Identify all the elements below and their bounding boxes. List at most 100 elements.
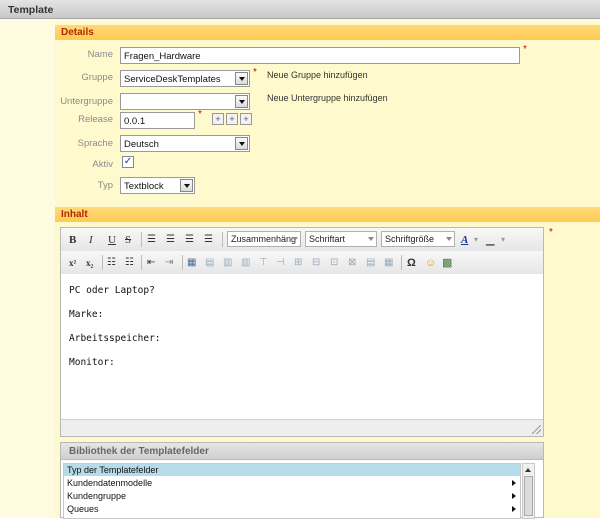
image-icon[interactable]: ▩ (442, 256, 452, 270)
inhalt-section-header: Inhalt (55, 207, 600, 222)
chevron-right-icon[interactable] (512, 493, 516, 499)
list-item-label: Kundendatenmodelle (67, 478, 153, 488)
inhalt-section-title: Inhalt (61, 209, 88, 220)
name-required-mark: * (523, 44, 527, 55)
ordered-list-icon[interactable]: ☷ (107, 256, 116, 270)
chevron-down-icon[interactable] (235, 72, 248, 85)
delete-row-icon[interactable]: ⊤ (259, 256, 268, 270)
add-group-link[interactable]: Neue Gruppe hinzufügen (267, 70, 368, 80)
special-char-button[interactable]: Ω (407, 256, 416, 270)
chevron-right-icon[interactable] (512, 506, 516, 512)
scroll-up-icon[interactable] (525, 468, 531, 472)
paragraph-format-combo[interactable]: Zusammenhäng (227, 231, 301, 247)
list-item-label: Queues (67, 504, 99, 514)
list-item[interactable]: Kundendatenmodelle (64, 477, 520, 489)
chevron-right-icon[interactable] (512, 480, 516, 486)
gruppe-required-mark: * (253, 67, 257, 78)
chevron-down-icon[interactable] (446, 237, 452, 241)
release-increment-button-3[interactable]: + (240, 113, 252, 125)
gruppe-label: Gruppe (81, 72, 113, 83)
library-title: Bibliothek der Templatefelder (69, 446, 209, 457)
library-header: Bibliothek der Templatefelder (61, 443, 543, 460)
chevron-down-icon[interactable] (235, 95, 248, 108)
font-size-combo[interactable]: Schriftgröße (381, 231, 455, 247)
editor-toolbar-row-2: x² x₂ ☷ ☷ ⇤ ⇥ ▦ ▤ ▥ ▥ ⊤ ⊣ ⊞ ⊟ ⊡ ⊠ ▤ ▦ Ω … (61, 251, 543, 274)
unordered-list-icon[interactable]: ☷ (125, 256, 134, 270)
column-props-icon[interactable]: ▤ (366, 256, 375, 270)
sprache-select-value: Deutsch (124, 139, 159, 150)
list-item[interactable]: Queues (64, 503, 520, 515)
resize-grip-icon[interactable] (532, 425, 541, 434)
font-family-combo[interactable]: Schriftart (305, 231, 377, 247)
split-cells-icon[interactable]: ⊟ (312, 256, 320, 270)
chevron-down-icon[interactable] (180, 179, 193, 192)
delete-column-icon[interactable]: ⊣ (276, 256, 285, 270)
cell-props-icon[interactable]: ⊡ (330, 256, 338, 270)
toolbar-separator (102, 255, 103, 270)
content-line: Marke: (69, 309, 104, 320)
window-title: Template (8, 4, 54, 16)
template-form: Details Name Fragen_Hardware * Gruppe Se… (55, 22, 600, 519)
smiley-icon[interactable]: ☺ (425, 256, 436, 270)
background-color-icon[interactable]: ▁ (486, 233, 494, 247)
editor-content-area[interactable]: PC oder Laptop? Marke: Arbeitsspeicher: … (61, 275, 543, 419)
library-scrollbar[interactable] (522, 463, 535, 519)
underline-button[interactable]: U (108, 233, 116, 247)
merge-cells-icon[interactable]: ⊞ (294, 256, 302, 270)
subscript-button[interactable]: x₂ (86, 256, 93, 270)
bold-button[interactable]: B (69, 233, 76, 247)
toolbar-separator (141, 255, 142, 270)
release-label: Release (78, 114, 113, 125)
chevron-down-icon[interactable] (292, 237, 298, 241)
align-right-icon[interactable]: ☰ (185, 233, 194, 247)
strikethrough-button[interactable]: S (125, 233, 131, 247)
align-center-icon[interactable]: ☰ (166, 233, 175, 247)
scroll-thumb[interactable] (524, 476, 533, 516)
align-left-icon[interactable]: ☰ (147, 233, 156, 247)
align-justify-icon[interactable]: ☰ (204, 233, 213, 247)
font-family-value: Schriftart (309, 234, 346, 244)
details-section-header: Details (55, 25, 600, 40)
release-increment-button-1[interactable]: + (212, 113, 224, 125)
row-props-icon[interactable]: ⊠ (348, 256, 356, 270)
typ-select[interactable]: Textblock (120, 177, 195, 194)
list-item[interactable]: Typ der Templatefelder (64, 464, 520, 476)
toolbar-separator (141, 232, 142, 247)
superscript-button[interactable]: x² (69, 256, 76, 270)
chevron-down-icon[interactable]: ▾ (501, 233, 505, 247)
table-delete-icon[interactable]: ▦ (384, 256, 393, 270)
table-properties-icon[interactable]: ▤ (205, 256, 214, 270)
insert-table-icon[interactable]: ▦ (187, 256, 196, 270)
row-insert-icon[interactable]: ▥ (223, 256, 232, 270)
library-list[interactable]: Typ der Templatefelder Kundendatenmodell… (63, 463, 521, 519)
text-color-icon[interactable]: A (461, 233, 468, 247)
toolbar-separator (222, 232, 223, 247)
chevron-down-icon[interactable] (368, 237, 374, 241)
italic-button[interactable]: I (89, 233, 93, 247)
toolbar-separator (182, 255, 183, 270)
gruppe-select[interactable]: ServiceDeskTemplates (120, 70, 250, 87)
inhalt-required-mark: * (549, 227, 553, 238)
toolbar-separator (401, 255, 402, 270)
chevron-down-icon[interactable]: ▾ (474, 233, 478, 247)
outdent-icon[interactable]: ⇤ (147, 256, 155, 270)
content-line: Arbeitsspeicher: (69, 333, 161, 344)
column-insert-icon[interactable]: ▥ (241, 256, 250, 270)
release-increment-button-2[interactable]: + (226, 113, 238, 125)
indent-icon[interactable]: ⇥ (165, 256, 173, 270)
template-field-library: Bibliothek der Templatefelder Typ der Te… (60, 442, 544, 519)
name-input[interactable]: Fragen_Hardware (120, 47, 520, 64)
aktiv-checkbox[interactable]: ✓ (122, 156, 134, 168)
list-item[interactable]: Kundengruppe (64, 490, 520, 502)
typ-select-value: Textblock (124, 181, 164, 192)
release-input[interactable]: 0.0.1 (120, 112, 195, 129)
sprache-label: Sprache (77, 138, 113, 149)
add-subgroup-link[interactable]: Neue Untergruppe hinzufügen (267, 93, 388, 103)
template-window: Template Details Name Fragen_Hardware * … (0, 0, 600, 519)
untergruppe-select[interactable] (120, 93, 250, 110)
list-item-label: Typ der Templatefelder (67, 465, 159, 475)
content-line: Monitor: (69, 357, 115, 368)
sprache-select[interactable]: Deutsch (120, 135, 250, 152)
chevron-down-icon[interactable] (235, 137, 248, 150)
details-section-title: Details (61, 27, 94, 38)
